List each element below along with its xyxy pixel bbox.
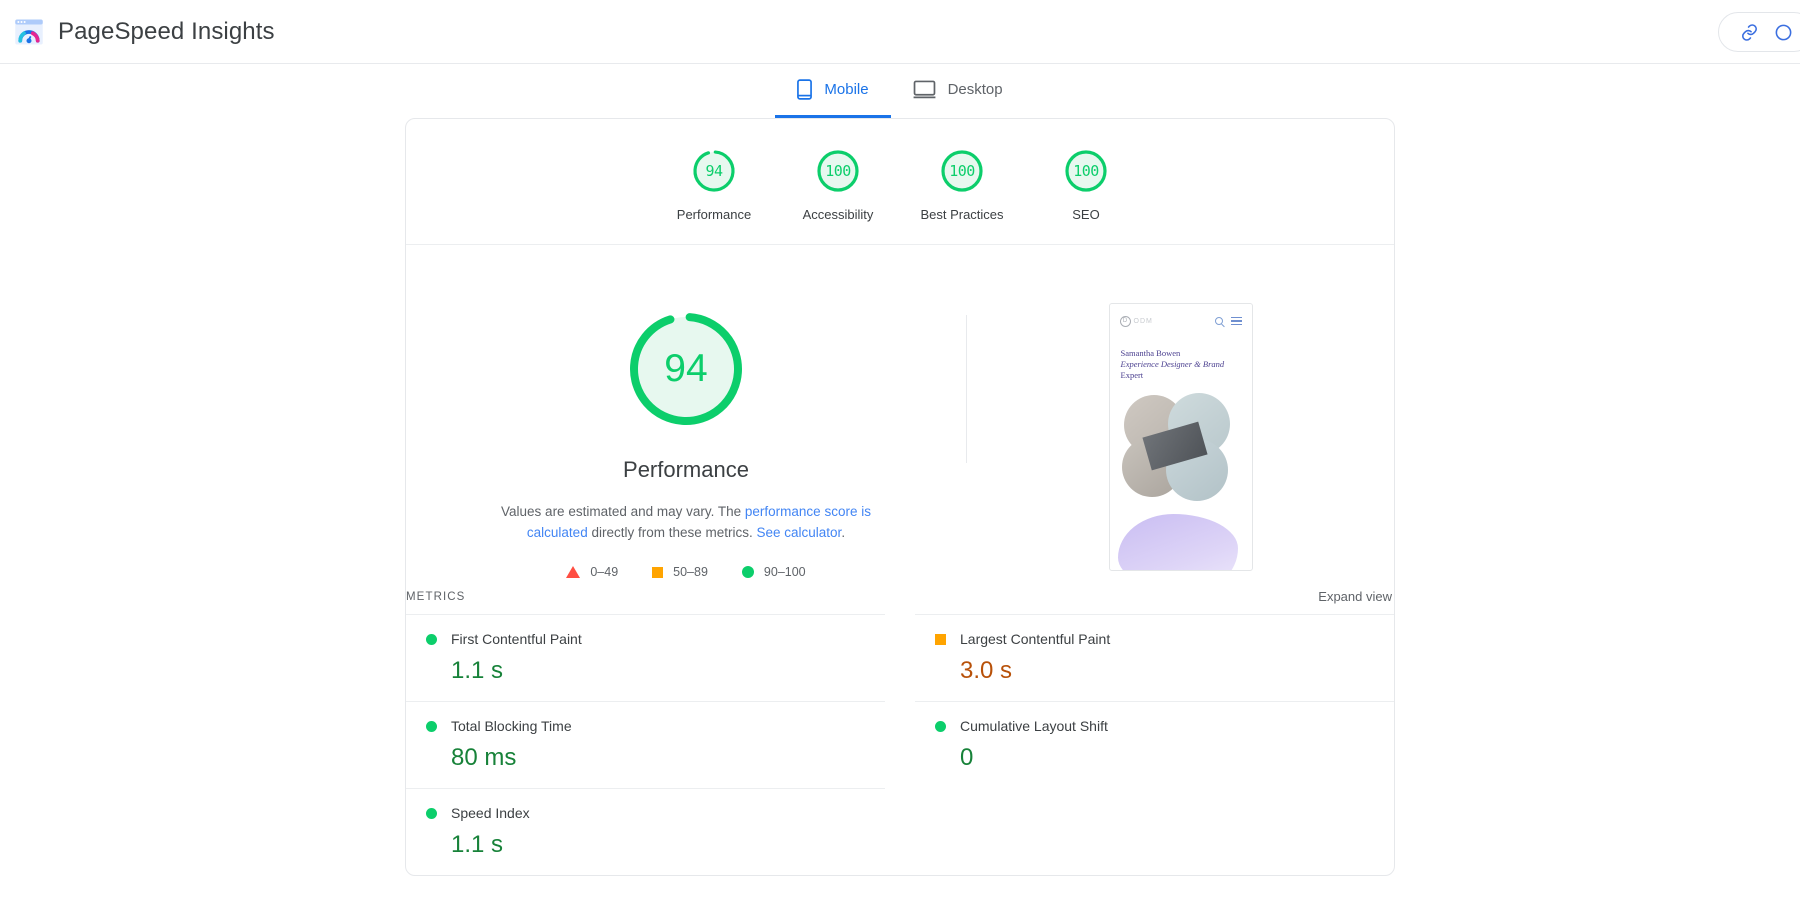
mobile-phone-icon (797, 79, 813, 100)
metric-value: 3.0 s (960, 657, 1013, 684)
legend-label-fail: 0–49 (590, 565, 619, 579)
report-card-wrap: 94 Performance 100 Accessibility 100 Bes… (0, 118, 1800, 876)
circle-icon (426, 807, 437, 819)
screenshot-heading-line-3: Expert (1120, 370, 1144, 380)
page-title: PageSpeed Insights (58, 17, 275, 45)
screenshot-purple-blob (1117, 514, 1238, 570)
score-item-performance[interactable]: 94 Performance (652, 147, 776, 222)
final-screenshot[interactable]: D ODM Samantha Bowen Experience Designer… (1108, 303, 1253, 571)
legend-label-pass: 90–100 (763, 565, 806, 579)
see-calculator-link[interactable]: See calculator (757, 525, 842, 540)
screenshot-hero-image (1110, 393, 1252, 501)
mini-score-performance: 94 (705, 162, 723, 180)
score-label-accessibility: Accessibility (802, 207, 874, 222)
app-header: PageSpeed Insights (0, 0, 1800, 64)
metrics-title: METRICS (406, 590, 466, 603)
triangle-icon (566, 566, 581, 578)
performance-gauge: 94 (624, 307, 748, 431)
metric-name: Speed Index (451, 805, 530, 821)
score-item-accessibility[interactable]: 100 Accessibility (776, 147, 900, 222)
report-summary: 94 Performance Values are estimated and … (406, 245, 1394, 579)
tab-desktop-label: Desktop (947, 81, 1003, 98)
tab-mobile[interactable]: Mobile (775, 64, 891, 118)
mini-score-best-practices: 100 (949, 162, 975, 180)
legend-item-average: 50–89 (652, 565, 708, 579)
screenshot-site-header: D ODM (1110, 304, 1252, 338)
metric-value: 0 (960, 744, 974, 771)
mini-gauge-seo: 100 (1062, 147, 1110, 195)
report-card: 94 Performance 100 Accessibility 100 Bes… (405, 118, 1395, 876)
metrics-header: METRICS Expand view (406, 579, 1394, 614)
metric-name: First Contentful Paint (451, 631, 582, 647)
expand-view-link[interactable]: Expand view (1318, 589, 1394, 604)
search-icon (1214, 317, 1223, 325)
device-tabs: Mobile Desktop (0, 64, 1800, 118)
circle-icon (741, 566, 754, 578)
metric-value: 80 ms (451, 744, 517, 771)
circle-icon (935, 720, 946, 732)
metric-name: Largest Contentful Paint (960, 631, 1111, 647)
score-item-seo[interactable]: 100 SEO (1024, 147, 1148, 222)
legend-item-fail: 0–49 (566, 565, 618, 579)
mini-score-seo: 100 (1073, 162, 1099, 180)
tab-mobile-label: Mobile (824, 81, 869, 98)
description-middle: directly from these metrics. (587, 525, 757, 540)
pagespeed-logo-icon (14, 17, 44, 47)
screenshot-heading-line-1: Samantha Bowen (1120, 348, 1181, 358)
circle-icon (426, 720, 437, 732)
brand: PageSpeed Insights (14, 17, 275, 47)
score-label-performance: Performance (676, 207, 752, 222)
metric-first-contentful-paint[interactable]: First Contentful Paint 1.1 s (406, 614, 885, 701)
legend-label-average: 50–89 (673, 565, 708, 579)
hamburger-menu-icon (1230, 316, 1242, 326)
score-label-best-practices: Best Practices (920, 207, 1004, 222)
link-icon[interactable] (1737, 20, 1761, 44)
description-prefix: Values are estimated and may vary. The (501, 504, 745, 519)
legend-item-pass: 90–100 (741, 565, 806, 579)
square-icon (652, 566, 664, 578)
site-wordmark: ODM (1133, 317, 1153, 325)
score-item-best-practices[interactable]: 100 Best Practices (900, 147, 1024, 222)
description-suffix: . (841, 525, 846, 540)
metric-largest-contentful-paint[interactable]: Largest Contentful Paint 3.0 s (915, 614, 1394, 701)
metric-value: 1.1 s (451, 831, 504, 858)
screenshot-heading: Samantha Bowen Experience Designer & Bra… (1110, 338, 1252, 381)
metrics-grid: First Contentful Paint 1.1 s Largest Con… (406, 614, 1394, 875)
site-logo-ring-icon: D (1119, 315, 1131, 327)
header-actions (1718, 12, 1800, 52)
mini-score-accessibility: 100 (825, 162, 851, 180)
site-header-icons (1214, 316, 1242, 326)
tab-desktop[interactable]: Desktop (891, 64, 1025, 118)
performance-title: Performance (623, 457, 749, 482)
mini-gauge-accessibility: 100 (814, 147, 862, 195)
metric-value: 1.1 s (451, 657, 504, 684)
metric-name: Cumulative Layout Shift (960, 718, 1108, 734)
performance-score-value: 94 (664, 347, 708, 390)
mini-gauge-performance: 94 (690, 147, 738, 195)
performance-gauge-column: 94 Performance Values are estimated and … (406, 303, 966, 579)
square-icon (935, 633, 946, 645)
mini-gauge-best-practices: 100 (938, 147, 986, 195)
metric-empty-cell (915, 788, 1394, 875)
circle-icon[interactable] (1771, 20, 1795, 44)
final-screenshot-column: D ODM Samantha Bowen Experience Designer… (967, 303, 1394, 579)
metric-speed-index[interactable]: Speed Index 1.1 s (406, 788, 885, 875)
score-label-seo: SEO (1072, 207, 1100, 222)
metric-total-blocking-time[interactable]: Total Blocking Time 80 ms (406, 701, 885, 788)
screenshot-heading-line-2: Experience Designer & Brand (1120, 359, 1225, 369)
circle-icon (426, 633, 437, 645)
metric-cumulative-layout-shift[interactable]: Cumulative Layout Shift 0 (915, 701, 1394, 788)
metric-name: Total Blocking Time (451, 718, 572, 734)
score-legend: 0–49 50–89 90–100 (566, 565, 806, 579)
site-logo: D ODM (1119, 315, 1153, 327)
performance-description: Values are estimated and may vary. The p… (484, 501, 888, 543)
desktop-monitor-icon (913, 80, 936, 99)
category-score-strip: 94 Performance 100 Accessibility 100 Bes… (406, 119, 1394, 245)
